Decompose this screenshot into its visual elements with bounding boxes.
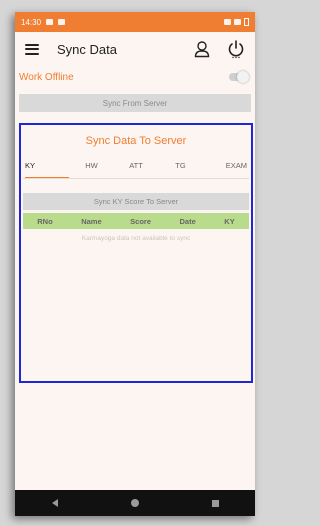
home-icon[interactable] xyxy=(130,499,139,507)
column-date: Date xyxy=(179,216,196,226)
sync-tabs: KY HW ATT TG EXAM xyxy=(21,161,251,178)
android-nav-bar xyxy=(15,490,255,516)
back-icon[interactable] xyxy=(51,499,58,507)
tab-tg[interactable]: TG xyxy=(159,161,203,178)
page-title: Sync Data xyxy=(57,41,117,57)
hamburger-icon[interactable] xyxy=(25,43,39,55)
tab-divider xyxy=(23,178,249,179)
tab-exam[interactable]: EXAM xyxy=(203,161,247,178)
table-header: RNo Name Score Date KY xyxy=(23,213,249,229)
status-time: 14:30 xyxy=(21,17,42,27)
alarm-icon xyxy=(224,19,231,25)
battery-icon xyxy=(244,18,249,26)
phone-screen: 14:30 Sync Data Work Offline Sync From S… xyxy=(15,12,255,516)
work-offline-row: Work Offline xyxy=(15,66,255,88)
column-score: Score xyxy=(130,216,151,226)
empty-message: Karmayoga data not available to sync xyxy=(81,235,191,242)
sync-from-server-button[interactable]: Sync From Server xyxy=(19,94,251,112)
sync-ky-score-button[interactable]: Sync KY Score To Server xyxy=(23,193,249,210)
sync-to-server-title: Sync Data To Server xyxy=(85,135,187,147)
sync-to-server-panel: Sync Data To Server KY HW ATT TG EXAM Sy… xyxy=(19,123,253,383)
column-name: Name xyxy=(81,216,102,226)
tab-att[interactable]: ATT xyxy=(114,161,158,178)
status-bar: 14:30 xyxy=(15,12,255,32)
signal-icon xyxy=(234,19,241,25)
power-icon[interactable] xyxy=(227,39,245,59)
work-offline-label: Work Offline xyxy=(19,71,74,83)
tab-hw[interactable]: HW xyxy=(70,161,114,178)
app-bar: Sync Data xyxy=(15,32,255,66)
column-rno: RNo xyxy=(37,216,53,226)
recent-apps-icon[interactable] xyxy=(211,499,219,507)
user-icon[interactable] xyxy=(193,40,211,58)
column-ky: KY xyxy=(224,216,235,226)
work-offline-toggle[interactable] xyxy=(229,71,249,83)
notification-icon xyxy=(46,19,54,25)
tab-ky[interactable]: KY xyxy=(25,161,69,178)
notification-icon-2 xyxy=(58,19,66,25)
